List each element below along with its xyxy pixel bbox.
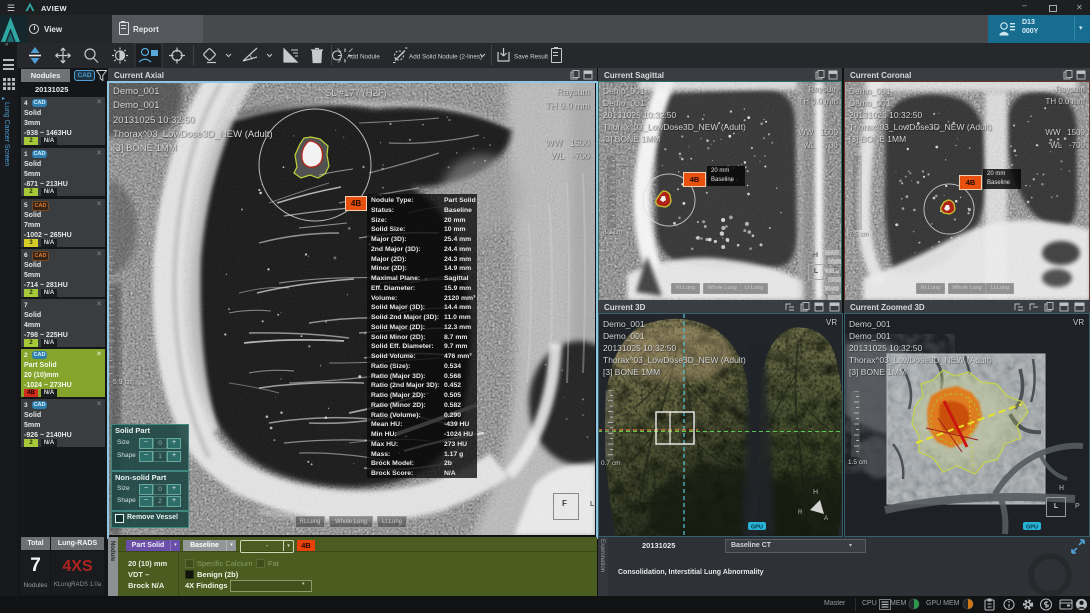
svg-text:Add Solid Nodule (2-lines): Add Solid Nodule (2-lines)	[409, 54, 482, 61]
svg-text:H: H	[813, 489, 818, 496]
svg-text:Save Result: Save Result	[514, 54, 548, 61]
svg-text:Add Nodule: Add Nodule	[347, 54, 380, 61]
svg-text:GPU: GPU	[1026, 525, 1038, 531]
svg-text:GPU: GPU	[751, 525, 763, 531]
svg-text:A: A	[824, 516, 828, 522]
svg-text:R: R	[798, 510, 803, 516]
